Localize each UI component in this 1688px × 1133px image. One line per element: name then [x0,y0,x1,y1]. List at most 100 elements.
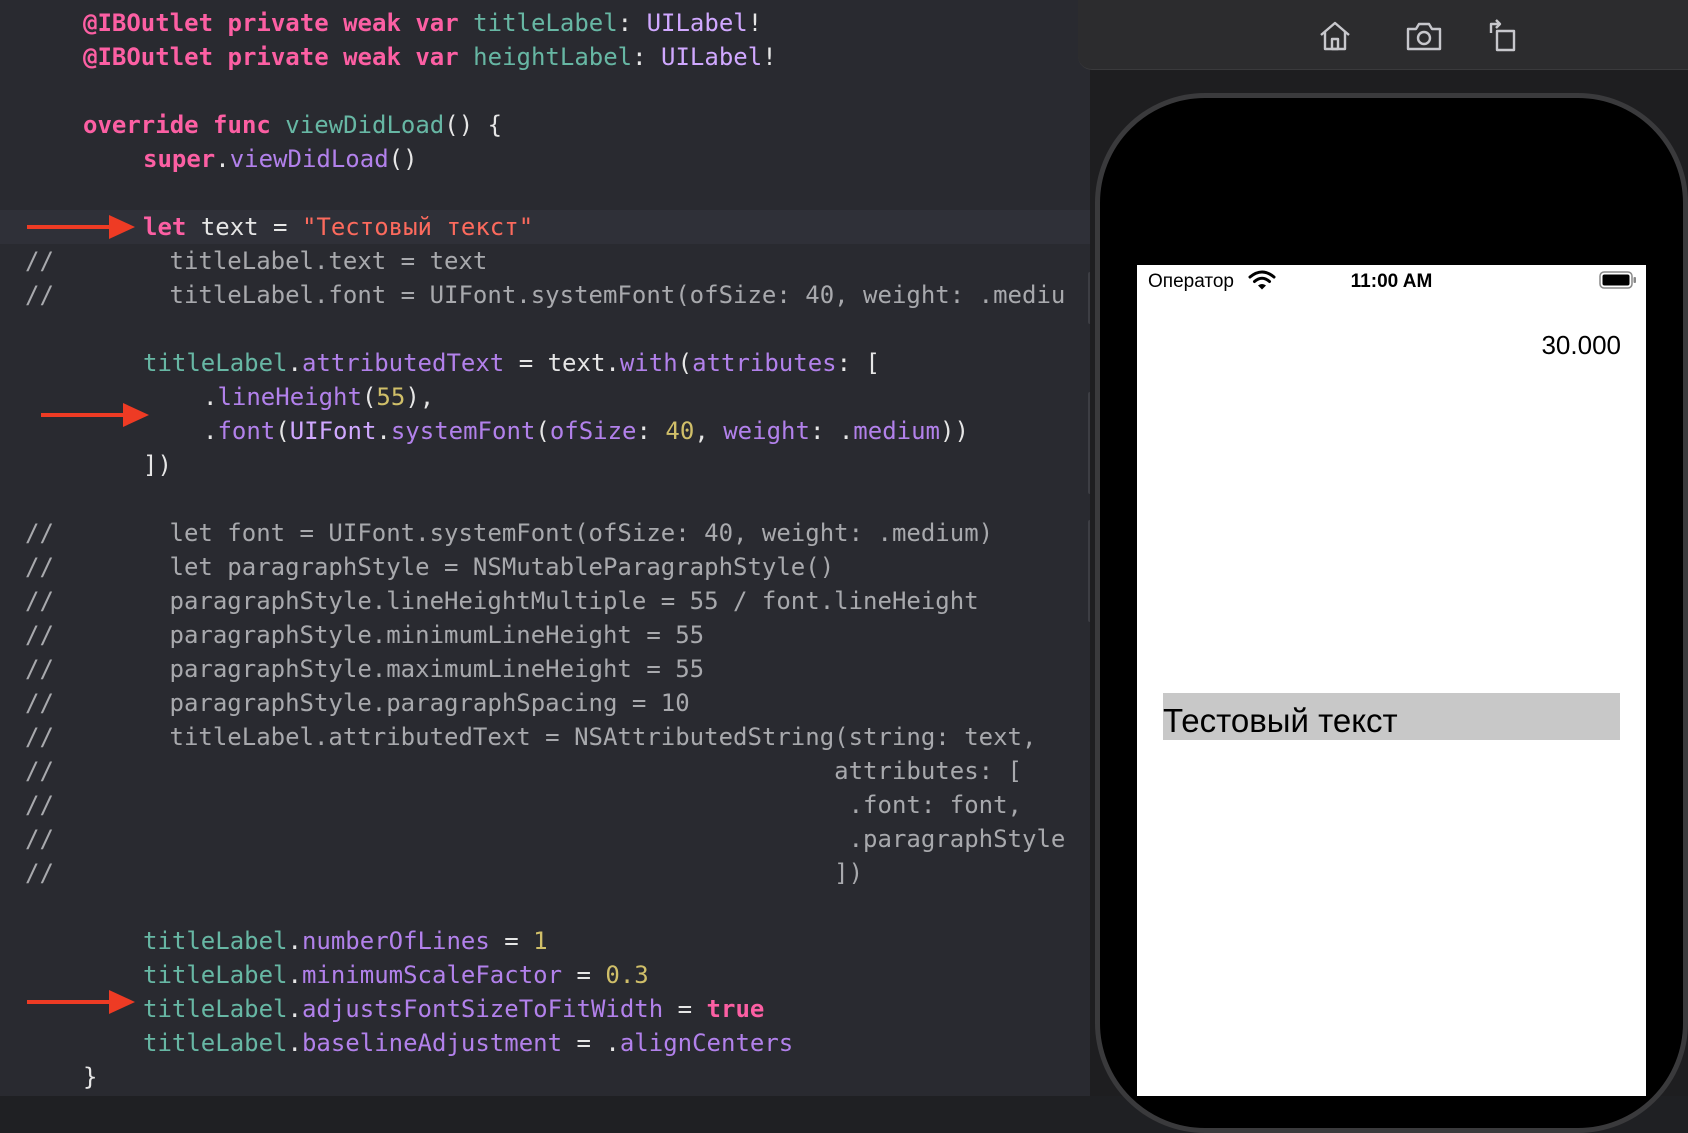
code-token: UIFont [289,417,377,445]
code-token: ( [535,417,550,445]
code-token: true [706,995,765,1023]
code-editor[interactable]: @IBOutlet private weak var titleLabel: U… [0,0,1090,1096]
code-token: weak [343,9,401,37]
code-token: . [287,961,302,989]
code-line[interactable]: .lineHeight(55), [203,380,434,414]
code-token: titleLabel [143,927,288,955]
code-token: = . [562,1029,620,1057]
code-token: @IBOutlet [83,9,214,37]
code-token: lineHeight [217,383,362,411]
code-token: } [83,1063,98,1091]
code-token: () [388,145,418,173]
title-label: Тестовый текст [1163,693,1620,740]
code-line[interactable]: // paragraphStyle.paragraphSpacing = 10 [25,686,690,720]
code-line[interactable]: override func viewDidLoad() { [83,108,502,142]
code-token: // attributes: [ [25,757,1022,785]
code-token: with [619,349,678,377]
code-line[interactable]: // paragraphStyle.lineHeightMultiple = 5… [25,584,979,618]
code-token: weight [723,417,810,445]
code-line[interactable]: @IBOutlet private weak var heightLabel: … [83,40,777,74]
code-token: // titleLabel.text = text [25,247,488,275]
code-token: UILabel [646,9,748,37]
rotate-icon[interactable] [1483,16,1523,56]
code-line[interactable]: // titleLabel.text = text [25,244,487,278]
code-line[interactable]: @IBOutlet private weak var titleLabel: U… [83,6,762,40]
code-line[interactable]: .font(UIFont.systemFont(ofSize: 40, weig… [203,414,969,448]
code-token: // ]) [25,859,864,887]
code-token: ), [405,383,435,411]
code-token: "Тестовый текст" [301,213,534,241]
code-token: alignCenters [619,1029,794,1057]
code-token: . [287,927,302,955]
code-token: 55 [376,383,406,411]
code-token: = [663,995,707,1023]
code-token: 0.3 [605,961,649,989]
code-token: ! [747,9,763,37]
code-token: titleLabel [143,349,288,377]
code-token: font [217,417,276,445]
code-line[interactable]: ]) [143,448,172,482]
home-icon[interactable] [1315,16,1355,56]
code-line[interactable]: } [83,1060,97,1094]
code-token: // let paragraphStyle = NSMutableParagra… [25,553,835,581]
code-token: // paragraphStyle.paragraphSpacing = 10 [25,689,690,717]
code-token: () { [444,111,503,139]
code-line[interactable]: titleLabel.attributedText = text.with(at… [143,346,880,380]
code-token: . [203,417,218,445]
code-token: // titleLabel.font = UIFont.systemFont(o… [25,281,1066,309]
code-line[interactable]: // titleLabel.font = UIFont.systemFont(o… [25,278,1065,312]
code-token: . [376,417,391,445]
code-token: text = [186,213,302,241]
code-token: private [227,9,329,37]
code-token: // .paragraphStyle [25,825,1066,853]
code-line[interactable]: let text = "Тестовый текст" [143,210,533,244]
red-arrow-icon [27,990,135,1014]
code-token: ]) [143,451,172,479]
code-line[interactable]: // .paragraphStyle [25,822,1065,856]
code-line[interactable]: // paragraphStyle.maximumLineHeight = 55 [25,652,704,686]
code-token: = [562,961,606,989]
code-line[interactable]: titleLabel.adjustsFontSizeToFitWidth = t… [143,992,764,1026]
code-line[interactable]: // paragraphStyle.minimumLineHeight = 55 [25,618,704,652]
code-token: baselineAdjustment [301,1029,563,1057]
code-token: // titleLabel.attributedText = NSAttribu… [25,723,1037,751]
code-token: viewDidLoad [229,145,389,173]
code-token: : [632,43,662,71]
code-token: titleLabel [473,9,618,37]
code-line[interactable]: // let paragraphStyle = NSMutableParagra… [25,550,834,584]
code-token: // paragraphStyle.minimumLineHeight = 55 [25,621,705,649]
code-token: ofSize [549,417,637,445]
code-token: private [227,43,329,71]
simulator-screen[interactable]: Оператор 11:00 AM 30.000 Тестовый текст [1137,265,1646,1096]
camera-icon[interactable] [1404,16,1444,56]
code-line[interactable]: // titleLabel.attributedText = NSAttribu… [25,720,1036,754]
code-token: viewDidLoad [285,111,445,139]
code-line[interactable]: super.viewDidLoad() [143,142,418,176]
code-line[interactable]: // ]) [25,856,863,890]
code-line[interactable]: titleLabel.baselineAdjustment = .alignCe… [143,1026,793,1060]
code-line[interactable]: // .font: font, [25,788,1022,822]
code-token: : [617,9,647,37]
code-line[interactable]: // let font = UIFont.systemFont(ofSize: … [25,516,993,550]
code-token: . [203,383,218,411]
code-token: heightLabel [473,43,633,71]
code-line[interactable]: titleLabel.minimumScaleFactor = 0.3 [143,958,649,992]
code-token: = [489,927,534,955]
battery-icon [1599,271,1636,289]
code-line[interactable]: // attributes: [ [25,754,1022,788]
code-token: attributedText [301,349,505,377]
code-token: . [287,349,302,377]
simulator-toolbar [1078,0,1688,70]
code-line[interactable]: titleLabel.numberOfLines = 1 [143,924,548,958]
code-token: super [143,145,216,173]
height-label: 30.000 [1541,330,1621,360]
code-token: var [415,9,459,37]
